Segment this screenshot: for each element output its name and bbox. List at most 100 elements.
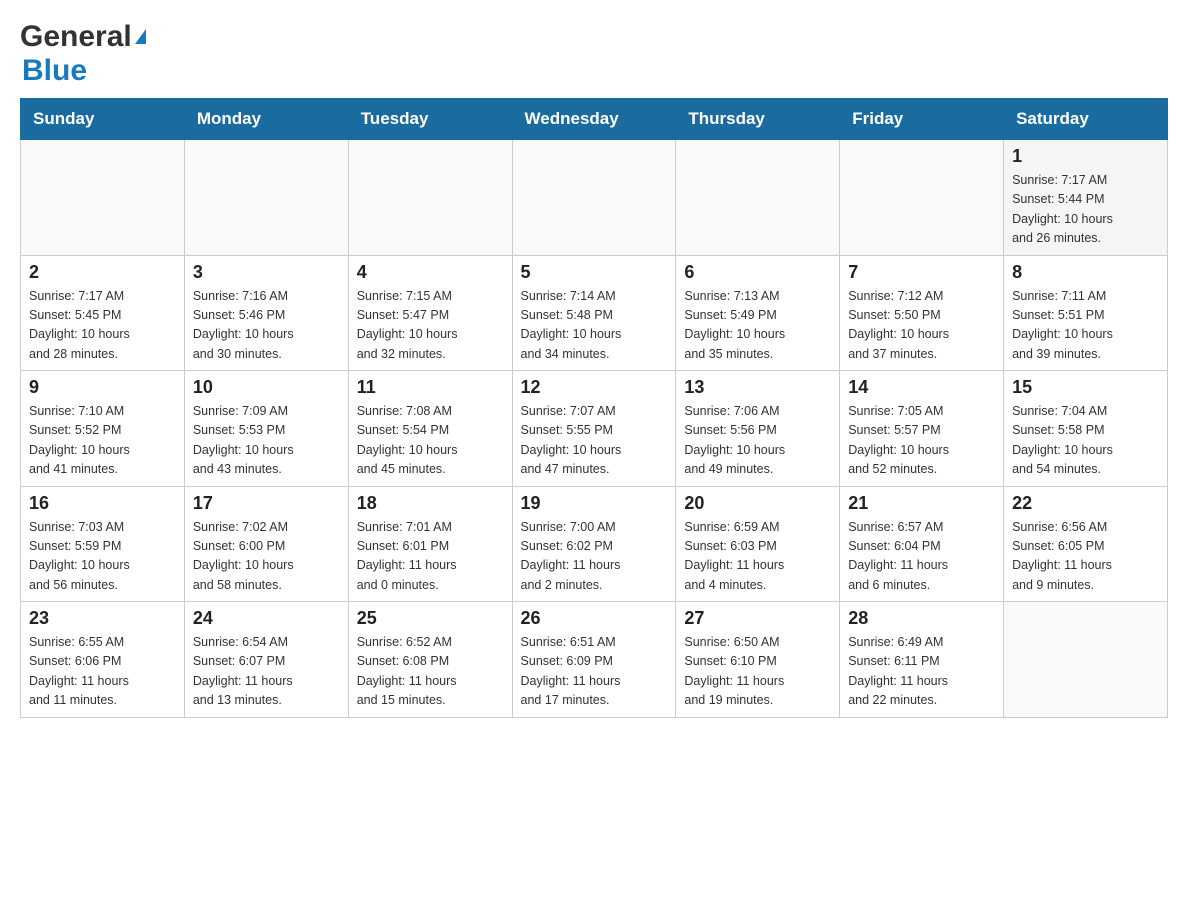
day-number: 11 [357,377,504,398]
day-info: Sunrise: 7:09 AM Sunset: 5:53 PM Dayligh… [193,402,340,480]
calendar-cell: 19 Sunrise: 7:00 AM Sunset: 6:02 PM Dayli… [512,486,676,602]
calendar-cell: 11 Sunrise: 7:08 AM Sunset: 5:54 PM Dayli… [348,371,512,487]
calendar-cell: 23 Sunrise: 6:55 AM Sunset: 6:06 PM Dayli… [21,602,185,718]
calendar-cell [676,140,840,256]
calendar-week-row: 16Sunrise: 7:03 AM Sunset: 5:59 PM Dayli… [21,486,1168,602]
calendar-cell: 13 Sunrise: 7:06 AM Sunset: 5:56 PM Dayli… [676,371,840,487]
logo-blue-text: Blue [22,54,87,87]
day-info: Sunrise: 6:52 AM Sunset: 6:08 PM Dayligh… [357,633,504,711]
day-info: Sunrise: 6:56 AM Sunset: 6:05 PM Dayligh… [1012,518,1159,596]
calendar-week-row: 9 Sunrise: 7:10 AM Sunset: 5:52 PM Daylig… [21,371,1168,487]
day-info: Sunrise: 7:08 AM Sunset: 5:54 PM Dayligh… [357,402,504,480]
calendar-cell: 9 Sunrise: 7:10 AM Sunset: 5:52 PM Daylig… [21,371,185,487]
day-number: 21 [848,493,995,514]
day-number: 10 [193,377,340,398]
calendar-cell: 7Sunrise: 7:12 AM Sunset: 5:50 PM Daylig… [840,255,1004,371]
calendar-cell [348,140,512,256]
day-info: Sunrise: 7:03 AM Sunset: 5:59 PM Dayligh… [29,518,176,596]
logo-triangle-icon [135,29,146,44]
day-number: 28 [848,608,995,629]
day-number: 9 [29,377,176,398]
day-info: Sunrise: 7:17 AM Sunset: 5:45 PM Dayligh… [29,287,176,365]
day-info: Sunrise: 7:10 AM Sunset: 5:52 PM Dayligh… [29,402,176,480]
calendar-cell [1004,602,1168,718]
calendar-header: SundayMondayTuesdayWednesdayThursdayFrid… [21,99,1168,140]
calendar-cell: 10 Sunrise: 7:09 AM Sunset: 5:53 PM Dayli… [184,371,348,487]
day-info: Sunrise: 7:12 AM Sunset: 5:50 PM Dayligh… [848,287,995,365]
calendar-cell [840,140,1004,256]
calendar-cell: 22 Sunrise: 6:56 AM Sunset: 6:05 PM Dayli… [1004,486,1168,602]
day-info: Sunrise: 7:06 AM Sunset: 5:56 PM Dayligh… [684,402,831,480]
calendar-cell: 15 Sunrise: 7:04 AM Sunset: 5:58 PM Dayli… [1004,371,1168,487]
weekday-header-monday: Monday [184,99,348,140]
calendar-cell: 20Sunrise: 6:59 AM Sunset: 6:03 PM Dayli… [676,486,840,602]
day-info: Sunrise: 7:01 AM Sunset: 6:01 PM Dayligh… [357,518,504,596]
day-number: 18 [357,493,504,514]
day-number: 20 [684,493,831,514]
day-info: Sunrise: 7:16 AM Sunset: 5:46 PM Dayligh… [193,287,340,365]
day-number: 14 [848,377,995,398]
calendar-cell: 21 Sunrise: 6:57 AM Sunset: 6:04 PM Dayli… [840,486,1004,602]
calendar-week-row: 23 Sunrise: 6:55 AM Sunset: 6:06 PM Dayli… [21,602,1168,718]
day-number: 2 [29,262,176,283]
calendar-cell [21,140,185,256]
day-info: Sunrise: 6:50 AM Sunset: 6:10 PM Dayligh… [684,633,831,711]
calendar-cell [512,140,676,256]
day-number: 13 [684,377,831,398]
day-number: 24 [193,608,340,629]
day-info: Sunrise: 6:49 AM Sunset: 6:11 PM Dayligh… [848,633,995,711]
day-info: Sunrise: 6:55 AM Sunset: 6:06 PM Dayligh… [29,633,176,711]
weekday-header-tuesday: Tuesday [348,99,512,140]
day-number: 23 [29,608,176,629]
calendar-cell: 2 Sunrise: 7:17 AM Sunset: 5:45 PM Daylig… [21,255,185,371]
weekday-header-wednesday: Wednesday [512,99,676,140]
day-info: Sunrise: 7:17 AM Sunset: 5:44 PM Dayligh… [1012,171,1159,249]
day-info: Sunrise: 7:11 AM Sunset: 5:51 PM Dayligh… [1012,287,1159,365]
day-info: Sunrise: 6:57 AM Sunset: 6:04 PM Dayligh… [848,518,995,596]
day-info: Sunrise: 7:13 AM Sunset: 5:49 PM Dayligh… [684,287,831,365]
day-number: 19 [521,493,668,514]
day-number: 1 [1012,146,1159,167]
day-number: 15 [1012,377,1159,398]
day-number: 6 [684,262,831,283]
weekday-header-friday: Friday [840,99,1004,140]
calendar-cell [184,140,348,256]
weekday-header-saturday: Saturday [1004,99,1168,140]
calendar-body: 1 Sunrise: 7:17 AM Sunset: 5:44 PM Daylig… [21,140,1168,718]
calendar-cell: 14 Sunrise: 7:05 AM Sunset: 5:57 PM Dayli… [840,371,1004,487]
page-header: GeneralBlue [20,20,1168,88]
calendar-week-row: 1 Sunrise: 7:17 AM Sunset: 5:44 PM Daylig… [21,140,1168,256]
calendar-cell: 27 Sunrise: 6:50 AM Sunset: 6:10 PM Dayli… [676,602,840,718]
day-number: 4 [357,262,504,283]
day-number: 5 [521,262,668,283]
logo: GeneralBlue [20,20,146,88]
day-number: 8 [1012,262,1159,283]
day-info: Sunrise: 6:54 AM Sunset: 6:07 PM Dayligh… [193,633,340,711]
weekday-header-sunday: Sunday [21,99,185,140]
day-info: Sunrise: 7:04 AM Sunset: 5:58 PM Dayligh… [1012,402,1159,480]
weekday-header-row: SundayMondayTuesdayWednesdayThursdayFrid… [21,99,1168,140]
calendar-week-row: 2 Sunrise: 7:17 AM Sunset: 5:45 PM Daylig… [21,255,1168,371]
calendar-cell: 25 Sunrise: 6:52 AM Sunset: 6:08 PM Dayli… [348,602,512,718]
calendar-cell: 12Sunrise: 7:07 AM Sunset: 5:55 PM Dayli… [512,371,676,487]
day-info: Sunrise: 7:02 AM Sunset: 6:00 PM Dayligh… [193,518,340,596]
calendar-table: SundayMondayTuesdayWednesdayThursdayFrid… [20,98,1168,718]
day-number: 25 [357,608,504,629]
calendar-cell: 16Sunrise: 7:03 AM Sunset: 5:59 PM Dayli… [21,486,185,602]
calendar-cell: 3Sunrise: 7:16 AM Sunset: 5:46 PM Daylig… [184,255,348,371]
day-info: Sunrise: 6:51 AM Sunset: 6:09 PM Dayligh… [521,633,668,711]
calendar-cell: 5 Sunrise: 7:14 AM Sunset: 5:48 PM Daylig… [512,255,676,371]
day-info: Sunrise: 7:07 AM Sunset: 5:55 PM Dayligh… [521,402,668,480]
calendar-cell: 28 Sunrise: 6:49 AM Sunset: 6:11 PM Dayli… [840,602,1004,718]
calendar-cell: 18 Sunrise: 7:01 AM Sunset: 6:01 PM Dayli… [348,486,512,602]
calendar-cell: 1 Sunrise: 7:17 AM Sunset: 5:44 PM Daylig… [1004,140,1168,256]
day-number: 27 [684,608,831,629]
day-info: Sunrise: 7:14 AM Sunset: 5:48 PM Dayligh… [521,287,668,365]
day-number: 22 [1012,493,1159,514]
calendar-cell: 6 Sunrise: 7:13 AM Sunset: 5:49 PM Daylig… [676,255,840,371]
day-info: Sunrise: 7:00 AM Sunset: 6:02 PM Dayligh… [521,518,668,596]
day-number: 17 [193,493,340,514]
day-info: Sunrise: 7:05 AM Sunset: 5:57 PM Dayligh… [848,402,995,480]
logo-general-text: General [20,20,132,54]
calendar-cell: 8 Sunrise: 7:11 AM Sunset: 5:51 PM Daylig… [1004,255,1168,371]
